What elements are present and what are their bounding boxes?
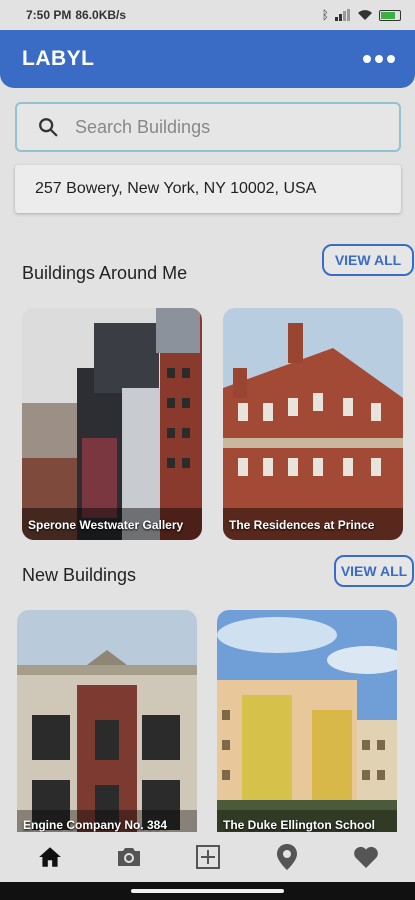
card-label: The Duke Ellington School xyxy=(223,818,376,832)
building-photo xyxy=(223,308,403,540)
wifi-icon xyxy=(358,10,372,20)
view-all-around-button[interactable]: VIEW ALL xyxy=(322,244,414,276)
building-card[interactable]: Engine Company No. 384 xyxy=(17,610,197,832)
section-title-new: New Buildings xyxy=(22,565,137,585)
more-dots-icon[interactable] xyxy=(363,55,395,63)
search-bar[interactable] xyxy=(15,102,401,152)
battery-icon xyxy=(379,9,401,21)
app-title: LABYL xyxy=(22,47,95,70)
building-card[interactable]: Sperone Westwater Gallery xyxy=(22,308,202,540)
camera-icon xyxy=(117,848,140,866)
nav-home[interactable] xyxy=(28,837,72,877)
building-photo xyxy=(22,308,202,540)
bluetooth-icon: ᛒ xyxy=(321,8,329,22)
heart-icon xyxy=(353,846,378,868)
card-label: Engine Company No. 384 xyxy=(23,818,168,832)
bottom-navigation xyxy=(0,832,415,882)
nav-add[interactable] xyxy=(186,837,230,877)
building-card[interactable]: The Residences at Prince xyxy=(223,308,403,540)
section-title-around: Buildings Around Me xyxy=(22,263,188,283)
search-icon xyxy=(39,118,58,137)
status-time: 7:50 PM xyxy=(26,8,72,22)
search-input[interactable] xyxy=(75,116,355,138)
nav-location[interactable] xyxy=(265,837,309,877)
status-bar: 7:50 PM 86.0KB/s ᛒ xyxy=(0,0,415,30)
network-speed: 86.0KB/s xyxy=(75,8,127,22)
status-icons: ᛒ xyxy=(322,8,401,22)
nav-favorites[interactable] xyxy=(344,837,388,877)
building-photo xyxy=(17,610,197,832)
signal-icon xyxy=(335,9,350,21)
home-indicator[interactable] xyxy=(131,889,284,893)
home-icon xyxy=(38,847,61,867)
view-all-new-button[interactable]: VIEW ALL xyxy=(334,555,414,587)
app-screen: 7:50 PM 86.0KB/s ᛒ LABYL 257 Bowery, New… xyxy=(0,0,415,900)
card-label: Sperone Westwater Gallery xyxy=(28,518,184,532)
location-pin-icon xyxy=(276,844,297,870)
building-card[interactable]: The Duke Ellington School xyxy=(217,610,397,832)
app-header: LABYL xyxy=(0,30,415,88)
building-photo xyxy=(217,610,397,832)
current-address[interactable]: 257 Bowery, New York, NY 10002, USA xyxy=(15,165,401,213)
card-label: The Residences at Prince xyxy=(229,518,375,532)
add-icon xyxy=(195,845,220,869)
nav-camera[interactable] xyxy=(107,837,151,877)
